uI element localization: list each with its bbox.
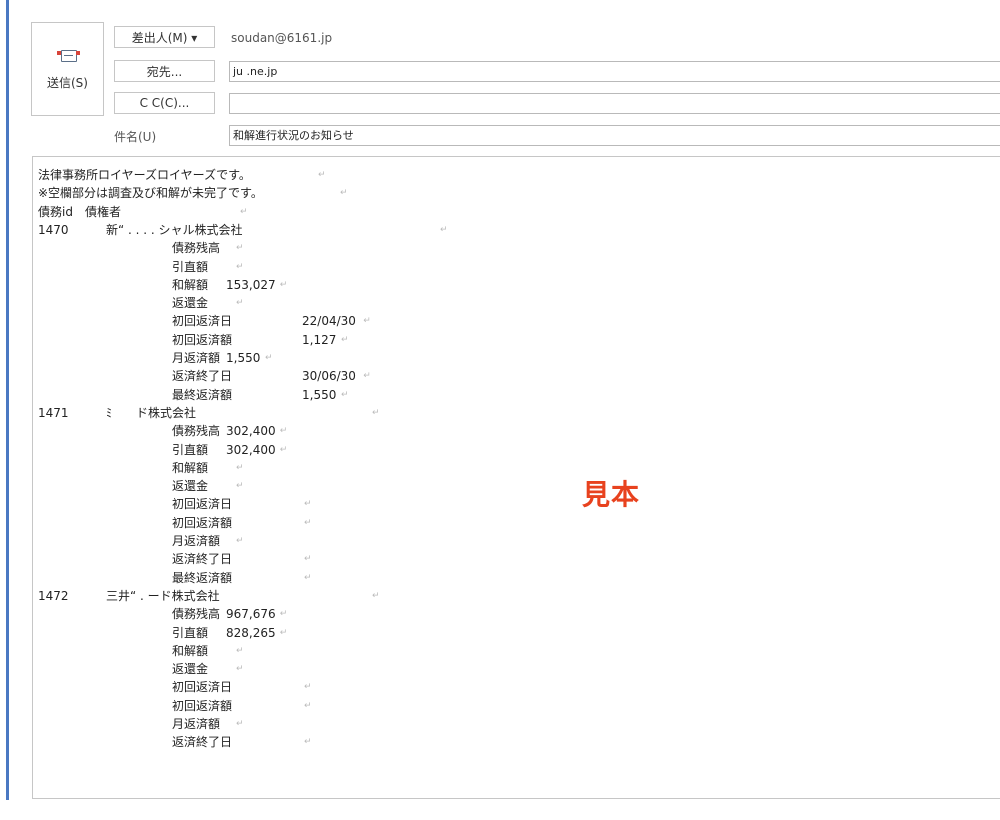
creditor-id: 1470 <box>38 222 69 237</box>
send-label: 送信(S) <box>47 75 88 90</box>
intro-note-line: ※空欄部分は調査及び和解が未完了です。 <box>38 186 263 201</box>
paragraph-mark: ↵ <box>279 444 288 455</box>
paragraph-mark: ↵ <box>279 279 288 290</box>
field-label: 初回返済額 <box>172 515 233 530</box>
field-value: 1,127 <box>302 332 337 347</box>
field-value: 22/04/30 <box>302 314 356 329</box>
to-input[interactable]: ju .ne.jp <box>229 61 1000 82</box>
from-address: soudan@6161.jp <box>231 31 333 45</box>
to-button[interactable]: 宛先... <box>114 60 215 82</box>
field-label: 初回返済日 <box>172 680 233 695</box>
field-label: 返還金 <box>172 479 209 494</box>
field-label: 最終返済額 <box>172 387 233 402</box>
creditor-name: 三井“ . ード株式会社 <box>106 588 220 603</box>
paragraph-mark: ↵ <box>304 682 312 693</box>
paragraph-mark: ↵ <box>304 700 312 711</box>
cc-button[interactable]: C C(C)... <box>114 92 215 114</box>
paragraph-mark: ↵ <box>304 499 312 510</box>
field-value: 302,400 <box>226 442 276 457</box>
paragraph-mark: ↵ <box>341 389 349 400</box>
paragraph-mark: ↵ <box>372 407 380 418</box>
paragraph-mark: ↵ <box>236 664 244 675</box>
paragraph-mark: ↵ <box>236 536 244 546</box>
send-mail-icon <box>56 48 80 64</box>
paragraph-mark: ↵ <box>340 188 348 199</box>
paragraph-mark: ↵ <box>236 298 244 309</box>
field-value: 153,027 <box>226 277 276 292</box>
field-label: 月返済額 <box>172 717 221 731</box>
field-label: 債務残高 <box>172 607 221 622</box>
paragraph-mark: ↵ <box>318 170 326 180</box>
paragraph-mark: ↵ <box>279 426 288 437</box>
field-label: 債務残高 <box>172 241 221 256</box>
column-header-line: 債務id 債権者 <box>38 204 121 219</box>
send-icon-dot <box>56 50 61 55</box>
field-label: 初回返済額 <box>172 698 233 713</box>
subject-input[interactable]: 和解進行状況のお知らせ <box>229 125 1000 146</box>
field-label: 返還金 <box>172 662 209 677</box>
field-label: 最終返済額 <box>172 570 233 585</box>
field-label: 返済終了日 <box>172 735 233 750</box>
field-label: 債務残高 <box>172 424 221 439</box>
paragraph-mark: ↵ <box>236 243 244 254</box>
field-value: 1,550 <box>226 351 261 365</box>
paragraph-mark: ↵ <box>279 609 288 620</box>
paragraph-mark: ↵ <box>363 371 371 382</box>
paragraph-mark: ↵ <box>240 206 248 217</box>
paragraph-mark: ↵ <box>236 481 244 492</box>
field-value: 302,400 <box>226 424 276 439</box>
field-label: 和解額 <box>172 643 209 658</box>
field-label: 返済終了日 <box>172 552 233 567</box>
paragraph-mark: ↵ <box>372 590 380 601</box>
field-label: 返還金 <box>172 296 209 311</box>
creditor-name: ﾐ ド株式会社 <box>106 405 197 420</box>
send-button[interactable]: 送信(S) <box>31 22 104 116</box>
field-value: 828,265 <box>226 625 276 640</box>
field-value: 967,676 <box>226 607 276 622</box>
paragraph-mark: ↵ <box>304 517 312 528</box>
field-label: 初回返済日 <box>172 314 233 329</box>
creditor-id: 1471 <box>38 405 69 420</box>
field-label: 引直額 <box>172 625 209 640</box>
paragraph-mark: ↵ <box>341 334 349 345</box>
paragraph-mark: ↵ <box>363 316 371 327</box>
paragraph-mark: ↵ <box>440 224 448 235</box>
creditor-id: 1472 <box>38 588 69 603</box>
cc-input[interactable] <box>229 93 1000 114</box>
creditor-name: 新“ . . . . シャル株式会社 <box>106 222 243 237</box>
paragraph-mark: ↵ <box>279 627 288 638</box>
envelope-icon <box>60 49 77 62</box>
paragraph-mark: ↵ <box>265 353 273 363</box>
send-icon-dot <box>75 50 80 55</box>
field-label: 初回返済額 <box>172 332 233 347</box>
paragraph-mark: ↵ <box>236 645 244 656</box>
paragraph-mark: ↵ <box>236 261 244 272</box>
paragraph-mark: ↵ <box>304 737 312 748</box>
compose-header: 送信(S) 差出人(M) ▾ soudan@6161.jp 宛先... ju .… <box>0 0 1000 150</box>
subject-label: 件名(U) <box>114 130 157 144</box>
intro-line: 法律事務所ロイヤーズロイヤーズです。 <box>38 168 251 182</box>
paragraph-mark: ↵ <box>304 554 312 565</box>
paragraph-mark: ↵ <box>236 719 244 729</box>
field-label: 初回返済日 <box>172 497 233 512</box>
field-label: 月返済額 <box>172 351 221 365</box>
field-label: 和解額 <box>172 277 209 292</box>
paragraph-mark: ↵ <box>304 572 312 583</box>
field-label: 月返済額 <box>172 534 221 548</box>
field-value: 30/06/30 <box>302 369 356 384</box>
field-value: 1,550 <box>302 387 337 402</box>
field-label: 和解額 <box>172 460 209 475</box>
field-label: 引直額 <box>172 259 209 274</box>
paragraph-mark: ↵ <box>236 462 244 473</box>
field-label: 返済終了日 <box>172 369 233 384</box>
from-button[interactable]: 差出人(M) ▾ <box>114 26 215 48</box>
sample-watermark: 見本 <box>582 478 641 511</box>
field-label: 引直額 <box>172 442 209 457</box>
